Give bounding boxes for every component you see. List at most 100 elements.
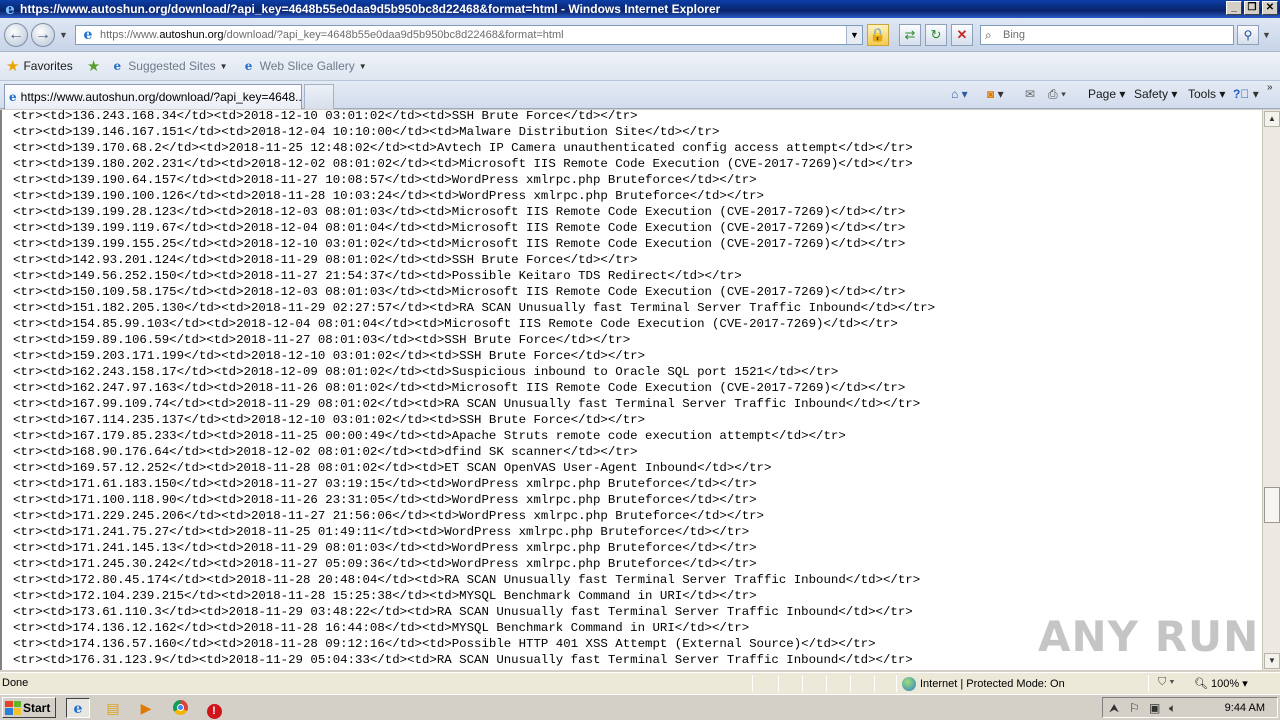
stop-button[interactable]: ✕ xyxy=(951,24,973,46)
zoom-control[interactable]: 🔍︎ 100% ▾ xyxy=(1194,677,1248,690)
media-player-icon: ▶ xyxy=(140,700,152,716)
source-line: <tr><td>142.93.201.124</td><td>2018-11-2… xyxy=(13,253,638,267)
home-icon: ⌂ xyxy=(951,87,959,101)
page-content[interactable]: <tr><td>136.243.168.34</td><td>2018-12-1… xyxy=(0,110,1262,670)
chevron-down-icon: ▼ xyxy=(358,61,367,71)
tray-expand-icon[interactable]: ⮝ xyxy=(1109,701,1119,716)
clock[interactable]: 9:44 AM xyxy=(1225,702,1265,714)
ie-icon: e xyxy=(73,701,83,717)
source-line: <tr><td>168.90.176.64</td><td>2018-12-02… xyxy=(13,445,638,459)
source-line: <tr><td>162.247.97.163</td><td>2018-11-2… xyxy=(13,381,906,395)
source-line: <tr><td>171.229.245.206</td><td>2018-11-… xyxy=(13,509,764,523)
source-line: <tr><td>139.190.64.157</td><td>2018-11-2… xyxy=(13,173,757,187)
start-label: Start xyxy=(23,700,51,715)
ie-page-icon: e xyxy=(244,59,253,73)
taskbar-media-player-button[interactable]: ▶ xyxy=(134,698,158,718)
help-button[interactable]: ?⃝ ▾ xyxy=(1233,87,1259,101)
source-line: <tr><td>149.56.252.150</td><td>2018-11-2… xyxy=(13,269,742,283)
window-titlebar: e https://www.autoshun.org/download/?api… xyxy=(0,0,1280,18)
add-to-favorites-bar-button[interactable]: ★ xyxy=(87,57,104,75)
address-bar[interactable]: e https://www. autoshun.org/download/?api… xyxy=(75,25,863,45)
status-divider xyxy=(802,675,803,692)
page-menu-label: Page xyxy=(1088,87,1117,101)
security-status-button[interactable]: ⛉ ▾ xyxy=(1158,676,1175,689)
navigation-bar: ← → ▼ e https://www. autoshun.org/downloa… xyxy=(0,18,1280,52)
feeds-button[interactable]: ◙ ▾ xyxy=(987,87,1004,101)
lock-icon: 🔒 xyxy=(869,27,887,42)
address-dropdown[interactable]: ▼ xyxy=(846,26,862,44)
close-button[interactable]: ✕ xyxy=(1262,1,1278,15)
read-mail-button[interactable]: ✉ xyxy=(1025,87,1035,101)
source-line: <tr><td>169.57.12.252</td><td>2018-11-28… xyxy=(13,461,772,475)
tab-active[interactable]: e https://www.autoshun.org/download/?api… xyxy=(4,84,302,109)
home-button[interactable]: ⌂ ▾ xyxy=(951,87,968,101)
search-input[interactable]: ⌕ Bing xyxy=(980,25,1234,45)
new-tab-button[interactable] xyxy=(304,84,334,109)
source-line: <tr><td>139.199.119.67</td><td>2018-12-0… xyxy=(13,221,906,235)
status-text: Done xyxy=(2,677,29,689)
source-line: <tr><td>167.179.85.233</td><td>2018-11-2… xyxy=(13,429,846,443)
globe-icon xyxy=(902,677,916,691)
taskbar-explorer-button[interactable]: ▤ xyxy=(101,698,125,718)
url-host: autoshun.org xyxy=(159,29,224,41)
status-divider xyxy=(778,675,779,692)
favorites-button[interactable]: ★ Favorites xyxy=(6,57,73,75)
volume-icon[interactable]: 🔈︎ xyxy=(1169,701,1176,716)
taskbar-ie-button[interactable]: e xyxy=(66,698,90,718)
search-options-dropdown[interactable]: ▼ xyxy=(1262,30,1271,40)
back-button[interactable]: ← xyxy=(4,23,28,47)
favorites-bar: ★ Favorites ★ e Suggested Sites ▼ e Web … xyxy=(0,52,1280,81)
favorites-label: Favorites xyxy=(23,59,73,73)
zoom-level: 100% xyxy=(1211,678,1240,690)
action-center-flag-icon[interactable]: ⚐ xyxy=(1129,701,1140,715)
vertical-scrollbar[interactable]: ▲ ▼ xyxy=(1262,110,1280,670)
print-button[interactable]: ⎙ ▾ xyxy=(1048,87,1066,102)
page-menu[interactable]: Page ▾ xyxy=(1088,87,1125,101)
scroll-thumb[interactable] xyxy=(1264,487,1280,523)
tab-bar: e https://www.autoshun.org/download/?api… xyxy=(0,81,1280,109)
tools-menu[interactable]: Tools ▾ xyxy=(1188,87,1225,101)
minimize-button[interactable]: _ xyxy=(1226,1,1242,15)
security-zone[interactable]: Internet | Protected Mode: On xyxy=(902,677,1065,691)
suggested-sites-link[interactable]: e Suggested Sites ▼ xyxy=(110,59,227,73)
source-line: <tr><td>171.61.183.150</td><td>2018-11-2… xyxy=(13,477,757,491)
source-line: <tr><td>159.203.171.199</td><td>2018-12-… xyxy=(13,349,646,363)
source-line: <tr><td>162.243.158.17</td><td>2018-12-0… xyxy=(13,365,839,379)
help-icon: ?⃝ xyxy=(1233,87,1250,101)
ie-icon: e xyxy=(5,0,15,18)
start-button[interactable]: Start xyxy=(2,697,56,718)
status-divider xyxy=(1148,675,1149,692)
forward-button[interactable]: → xyxy=(31,23,55,47)
refresh-button[interactable]: ↻ xyxy=(925,24,947,46)
url-path: /download/?api_key=4648b55e0daa9d5b950bc… xyxy=(223,29,564,41)
mail-icon: ✉ xyxy=(1025,87,1036,101)
search-go-button[interactable]: ⚲ xyxy=(1237,25,1259,45)
scroll-down-button[interactable]: ▼ xyxy=(1264,653,1280,669)
recent-pages-dropdown[interactable]: ▼ xyxy=(59,30,68,40)
web-slice-label: Web Slice Gallery xyxy=(259,59,355,73)
source-line: <tr><td>151.182.205.130</td><td>2018-11-… xyxy=(13,301,936,315)
shield-icon: ⛉ xyxy=(1158,676,1167,688)
security-report-button[interactable]: 🔒 xyxy=(867,24,889,46)
status-divider xyxy=(826,675,827,692)
taskbar-chrome-button[interactable] xyxy=(168,698,192,718)
web-slice-gallery-link[interactable]: e Web Slice Gallery ▼ xyxy=(242,59,367,73)
scroll-up-button[interactable]: ▲ xyxy=(1264,111,1280,127)
restore-button[interactable]: ❐ xyxy=(1244,1,1260,15)
magnifier-icon: ⚲ xyxy=(1243,28,1253,42)
url-www: www. xyxy=(133,29,160,41)
tab-title: https://www.autoshun.org/download/?api_k… xyxy=(20,90,302,104)
source-line: <tr><td>171.100.118.90</td><td>2018-11-2… xyxy=(13,493,757,507)
more-commands-chevron[interactable]: » xyxy=(1267,82,1273,93)
taskbar-antivirus-button[interactable]: ! xyxy=(202,698,226,719)
page-favicon-icon: e xyxy=(83,27,93,43)
suggested-sites-label: Suggested Sites xyxy=(128,59,216,73)
source-line: <tr><td>139.199.155.25</td><td>2018-12-1… xyxy=(13,237,906,251)
anyrun-watermark: ANY RUN xyxy=(1038,612,1260,661)
compatibility-view-button[interactable]: ⇄ xyxy=(899,24,921,46)
network-icon[interactable]: ▣ xyxy=(1149,701,1160,715)
status-divider xyxy=(874,675,875,692)
safety-menu[interactable]: Safety ▾ xyxy=(1134,87,1177,101)
refresh-icon: ↻ xyxy=(930,27,942,42)
star-icon: ★ xyxy=(6,58,20,75)
